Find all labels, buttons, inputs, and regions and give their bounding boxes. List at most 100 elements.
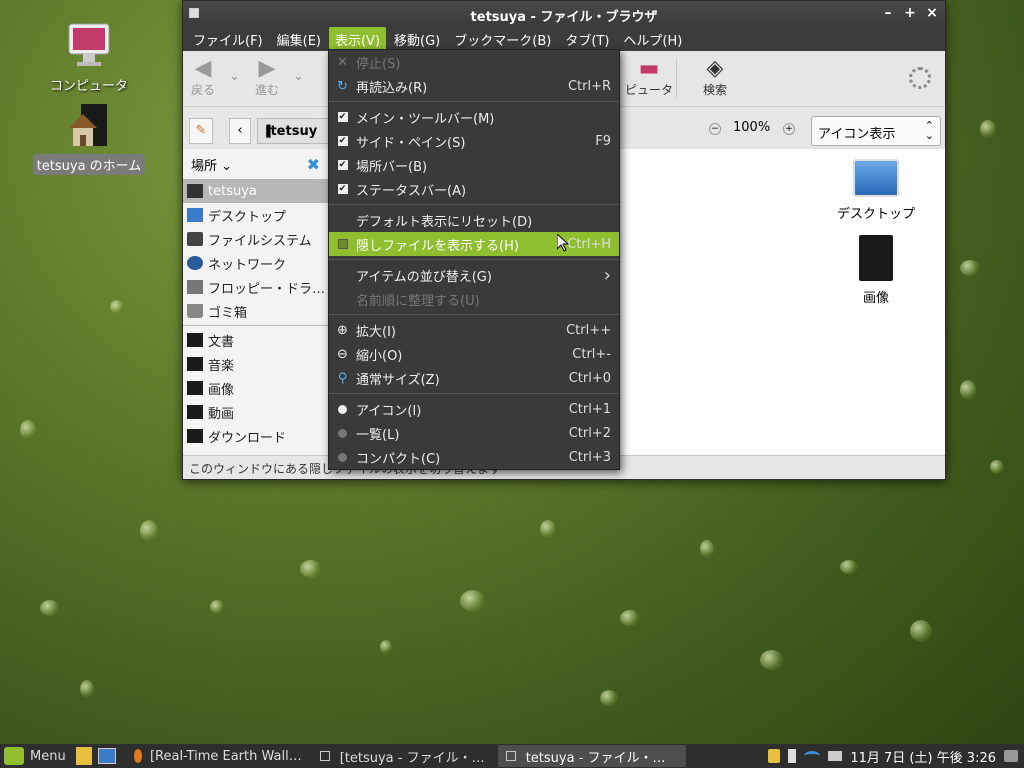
keyboard-icon[interactable] [828, 751, 843, 761]
view-mode-label: アイコン表示 [818, 127, 896, 142]
menu-item-side-pane[interactable]: ✔ サイド・ペイン(S) F9 [329, 129, 619, 153]
desktop-icon-computer[interactable]: コンピュータ [29, 22, 149, 95]
menu-separator [329, 259, 619, 260]
menu-item-label: サイド・ペイン(S) [356, 135, 466, 151]
titlebar[interactable]: tetsuya - ファイル・ブラウザ – + × [183, 1, 945, 27]
sidebar-item-documents[interactable]: 文書 [183, 328, 328, 352]
start-menu-button[interactable]: Menu [0, 745, 74, 767]
mouse-cursor-icon [556, 232, 570, 256]
volume-icon[interactable] [1004, 750, 1018, 762]
menu-item-location-bar[interactable]: ✔ 場所バー(B) [329, 153, 619, 177]
sidebar-places-dropdown[interactable]: 場所 ⌄ [191, 155, 232, 174]
network-icon[interactable] [804, 751, 821, 761]
menu-file[interactable]: ファイル(F) [187, 27, 269, 52]
sidebar-header-label: 場所 [191, 158, 218, 174]
sidebar-item-filesystem[interactable]: ファイルシステム [183, 227, 328, 251]
sidebar-item-pictures[interactable]: 画像 [183, 376, 328, 400]
menu-item-zoom-in[interactable]: ⊕ 拡大(I) Ctrl++ [329, 318, 619, 342]
menu-edit[interactable]: 編集(E) [271, 27, 327, 52]
task-file-browser-2[interactable]: tetsuya - ファイル・… [497, 745, 686, 767]
menu-item-statusbar[interactable]: ✔ ステータスバー(A) [329, 177, 619, 201]
menu-item-main-toolbar[interactable]: ✔ メイン・ツールバー(M) [329, 105, 619, 129]
menu-item-stop[interactable]: ✕ 停止(S) [329, 50, 619, 74]
menu-item-show-hidden[interactable]: 隠しファイルを表示する(H) Ctrl+H [329, 232, 619, 256]
harddisk-icon [187, 232, 203, 246]
desktop-icon-label: コンピュータ [49, 79, 128, 94]
sidebar-item-desktop[interactable]: デスクトップ [183, 203, 328, 227]
show-desktop-icon[interactable] [75, 747, 92, 765]
menu-item-accel: Ctrl++ [566, 322, 611, 338]
sidebar-item-home[interactable]: tetsuya [183, 179, 328, 203]
computer-button[interactable]: ▬ ピュータ [619, 57, 679, 98]
menu-item-arrange-by-name[interactable]: 名前順に整理する(U) [329, 287, 619, 311]
desktop-icon-label: tetsuya のホーム [32, 154, 146, 175]
file-manager-launcher-icon[interactable] [97, 748, 116, 764]
firefox-icon [133, 749, 142, 763]
back-history-chevron-icon[interactable]: ⌄ [229, 69, 240, 84]
sidebar-item-music[interactable]: 音楽 [183, 352, 328, 376]
computer-icon: ▬ [638, 56, 660, 81]
sidebar-item-label: ゴミ箱 [208, 305, 248, 321]
menu-item-label: 再読込み(R) [356, 80, 428, 96]
start-menu-label: Menu [30, 748, 66, 764]
path-button-home[interactable]: ▐tetsuy [257, 118, 329, 144]
file-item-label: 画像 [862, 291, 889, 306]
forward-button[interactable]: ▶ 進む [247, 57, 287, 98]
menu-item-sort-items[interactable]: アイテムの並び替え(G) › [329, 263, 619, 287]
sidebar-item-floppy[interactable]: フロッピー・ドラ… [183, 275, 328, 299]
stop-icon: ✕ [337, 54, 348, 70]
folder-icon [187, 333, 203, 347]
path-left-chevron-icon[interactable]: ‹ [229, 118, 251, 144]
close-sidebar-icon[interactable]: ✖ [307, 155, 320, 174]
zoom-out-icon[interactable]: − [709, 123, 721, 135]
close-button[interactable]: × [923, 4, 941, 22]
zoom-in-icon: ⊕ [337, 322, 348, 338]
sidebar-item-label: 文書 [208, 334, 235, 350]
clock[interactable]: 11月 7日 (土) 午後 3:26 [850, 747, 996, 766]
menu-view[interactable]: 表示(V) [328, 26, 387, 52]
sidebar-item-trash[interactable]: ゴミ箱 [183, 299, 328, 323]
file-item-desktop[interactable]: デスクトップ [820, 159, 932, 222]
task-realtime-earth[interactable]: [Real-Time Earth Wall… [126, 745, 310, 767]
menu-item-zoom-out[interactable]: ⊖ 縮小(O) Ctrl+- [329, 342, 619, 366]
computer-label: ピュータ [624, 83, 673, 97]
sidebar-item-downloads[interactable]: ダウンロード [183, 424, 328, 448]
view-mode-select[interactable]: アイコン表示 ⌃ ⌄ [811, 116, 941, 146]
menu-item-label: 縮小(O) [356, 348, 403, 364]
menu-item-accel: Ctrl+3 [568, 449, 611, 465]
menu-item-label: ステータスバー(A) [356, 183, 467, 199]
menubar: ファイル(F) 編集(E) 表示(V) 移動(G) ブックマーク(B) タブ(T… [183, 26, 945, 52]
sidebar-item-label: ダウンロード [208, 430, 287, 446]
task-file-browser-1[interactable]: [tetsuya - ファイル・… [312, 745, 496, 767]
window-title: tetsuya - ファイル・ブラウザ [470, 10, 658, 25]
search-button[interactable]: ◈ 検索 [695, 57, 735, 98]
menu-item-view-icons[interactable]: アイコン(I) Ctrl+1 [329, 397, 619, 421]
menu-item-reset-view[interactable]: デフォルト表示にリセット(D) [329, 208, 619, 232]
mint-logo-icon [4, 747, 24, 765]
zoom-in-icon[interactable]: + [783, 123, 795, 135]
zoom-level: 100% [733, 120, 771, 135]
menu-tabs[interactable]: タブ(T) [559, 27, 615, 52]
forward-history-chevron-icon[interactable]: ⌄ [293, 69, 304, 84]
desktop-icon-home[interactable]: tetsuya のホーム [29, 102, 149, 175]
back-button[interactable]: ◀ 戻る [183, 57, 223, 98]
minimize-button[interactable]: – [879, 4, 897, 22]
sidebar-item-videos[interactable]: 動画 [183, 400, 328, 424]
path-label: tetsuy [270, 124, 318, 139]
menu-separator [329, 204, 619, 205]
menu-item-normal-size[interactable]: ⚲ 通常サイズ(Z) Ctrl+0 [329, 366, 619, 390]
edit-location-icon[interactable]: ✎ [189, 118, 213, 144]
usb-drive-icon[interactable] [788, 749, 797, 763]
lock-icon[interactable] [768, 749, 781, 763]
menu-item-reload[interactable]: ↻ 再読込み(R) Ctrl+R [329, 74, 619, 98]
menu-help[interactable]: ヘルプ(H) [617, 27, 688, 52]
menu-go[interactable]: 移動(G) [388, 27, 446, 52]
maximize-button[interactable]: + [901, 4, 919, 22]
sidebar-item-network[interactable]: ネットワーク [183, 251, 328, 275]
menu-item-view-compact[interactable]: コンパクト(C) Ctrl+3 [329, 445, 619, 469]
file-item-label: デスクトップ [836, 207, 915, 222]
menu-item-view-list[interactable]: 一覧(L) Ctrl+2 [329, 421, 619, 445]
file-item-pictures[interactable]: 画像 [820, 235, 932, 306]
task-label: [Real-Time Earth Wall… [149, 748, 302, 764]
menu-bookmarks[interactable]: ブックマーク(B) [448, 27, 557, 52]
